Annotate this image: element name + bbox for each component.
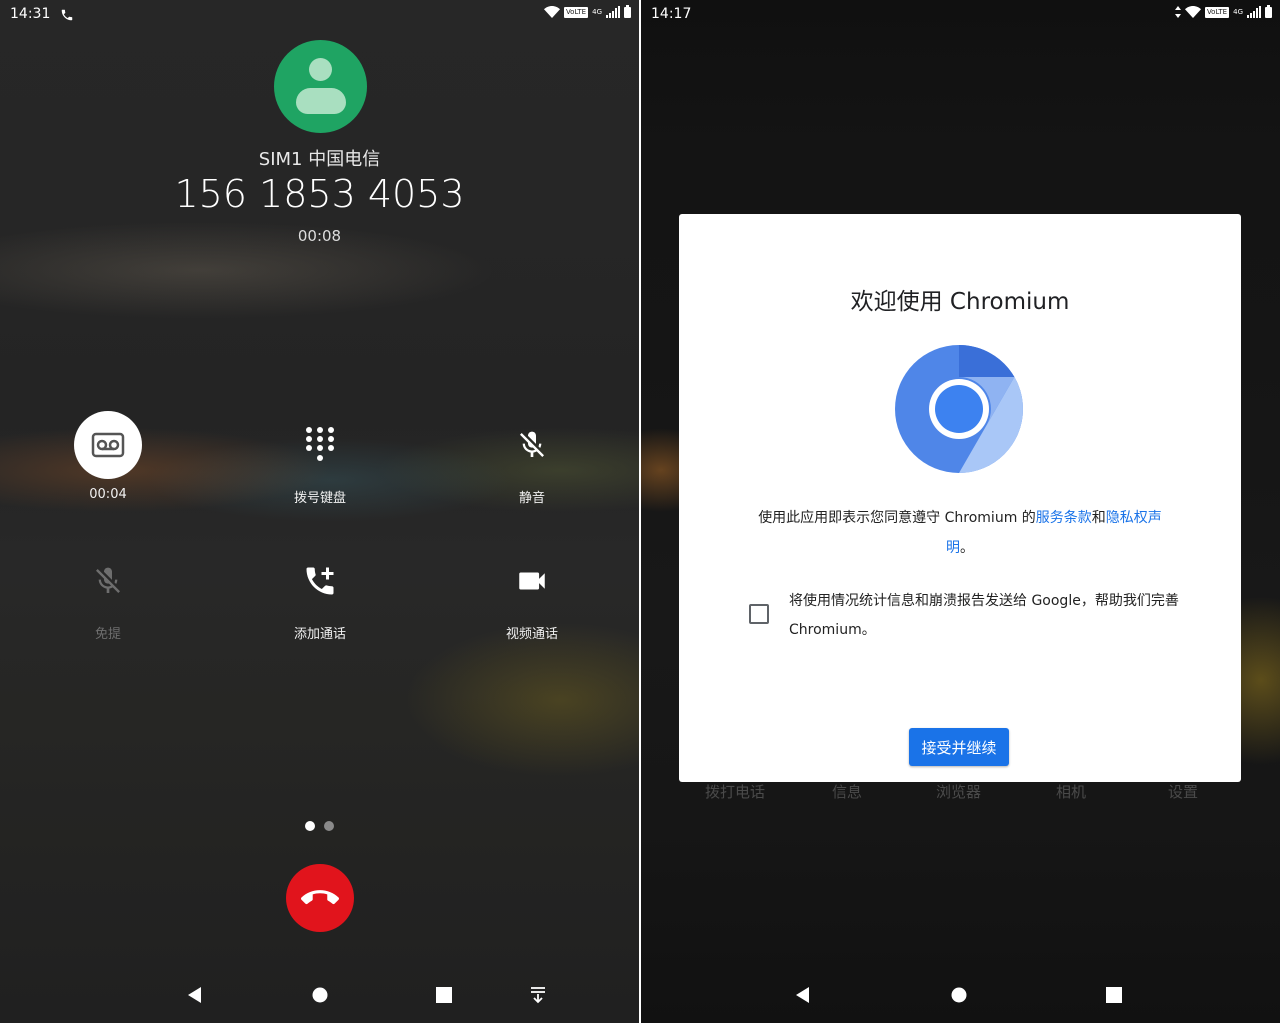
recents-icon [1106,987,1122,1003]
volte-badge: VoLTE [563,6,589,18]
network-type: 4G [1233,8,1243,16]
status-icons: VoLTE 4G [1174,4,1272,18]
mute-label: 静音 [518,491,545,506]
back-button[interactable] [793,985,813,1005]
record-icon [91,432,125,458]
hang-up-icon [301,890,339,905]
home-icon [312,987,328,1003]
video-call-label: 视频通话 [505,627,558,642]
status-bar: 14:31 VoLTE 4G [0,0,639,30]
home-app-label: 设置 [1168,783,1199,801]
dialpad-button[interactable]: 拨号键盘 [255,411,385,506]
add-call-icon [306,567,334,595]
chromium-welcome-screen: 14:17 VoLTE 4G 拨打电话 信息 浏览器 相机 设置 欢迎使用 Ch… [641,0,1280,1023]
usage-stats-label: 将使用情况统计信息和崩溃报告发送给 Google，帮助我们完善 Chromium… [789,593,1179,638]
add-call-button[interactable]: 添加通话 [255,547,385,642]
video-call-button[interactable]: 视频通话 [467,547,597,642]
mute-icon [520,431,544,457]
page-dot [324,821,334,831]
dialog-title: 欢迎使用 Chromium [850,289,1070,315]
terms-suffix: 。 [960,540,974,556]
pull-down-icon [531,987,545,1004]
terms-text: 使用此应用即表示您同意遵守 Chromium 的服务条款和隐私权声明。 [747,503,1173,563]
hang-up-button[interactable] [286,864,354,932]
terms-of-service-link[interactable]: 服务条款 [1036,510,1092,526]
usage-stats-checkbox[interactable] [749,604,769,624]
record-label: 00:04 [89,487,127,502]
battery-icon [1265,4,1272,18]
volte-badge: VoLTE [1204,6,1230,18]
back-icon [796,987,809,1003]
recents-button[interactable] [434,985,454,1005]
accept-continue-button[interactable]: 接受并继续 [909,728,1009,766]
home-app-label: 浏览器 [936,783,982,801]
home-button[interactable] [949,985,969,1005]
phone-call-status-icon [60,7,74,26]
sim-label: SIM1 中国电信 [258,149,381,170]
signal-icon [606,6,620,18]
avatar-body [296,88,346,114]
notification-pull-button[interactable] [528,985,548,1005]
status-icons: VoLTE 4G [543,4,631,18]
home-icon [951,987,967,1003]
network-type: 4G [592,8,602,16]
back-icon [188,987,201,1003]
record-button[interactable]: 00:04 [43,411,173,502]
wifi-icon [1184,6,1201,18]
welcome-dialog: 欢迎使用 Chromium 使用此应用即表示您同意遵守 Chromium 的服务… [679,214,1241,782]
status-time: 14:17 [651,6,692,22]
speaker-label: 免提 [94,627,121,642]
dialpad-icon [306,427,334,461]
home-app-label: 信息 [832,783,863,801]
navigation-bar [0,975,639,1015]
navigation-bar [641,975,1280,1015]
speaker-button[interactable]: 免提 [43,547,173,642]
wifi-icon [543,6,560,18]
contact-avatar [274,40,367,133]
back-button[interactable] [185,985,205,1005]
terms-and: 和 [1091,510,1106,526]
battery-icon [624,4,631,18]
home-button[interactable] [310,985,330,1005]
dialpad-label: 拨号键盘 [293,491,346,506]
status-time: 14:31 [10,6,51,22]
page-indicator [305,821,334,831]
recents-button[interactable] [1104,985,1124,1005]
data-arrows-icon [1174,6,1181,18]
page-dot-active [305,821,315,831]
mute-button[interactable]: 静音 [467,411,597,506]
recents-icon [436,987,452,1003]
speaker-icon [96,567,120,593]
video-call-icon [519,572,545,590]
in-call-screen: 14:31 VoLTE 4G SIM1 中国电信 156 1853 4053 0… [0,0,639,1023]
avatar-head [309,58,332,81]
call-duration: 00:08 [297,227,342,245]
status-bar: 14:17 VoLTE 4G [641,0,1280,30]
signal-icon [1247,6,1261,18]
phone-number: 156 1853 4053 [174,172,465,216]
chromium-logo-icon [894,344,1024,474]
home-app-label: 相机 [1056,783,1087,801]
add-call-label: 添加通话 [293,627,346,642]
home-app-label: 拨打电话 [705,783,766,801]
terms-prefix: 使用此应用即表示您同意遵守 Chromium 的 [758,510,1036,526]
